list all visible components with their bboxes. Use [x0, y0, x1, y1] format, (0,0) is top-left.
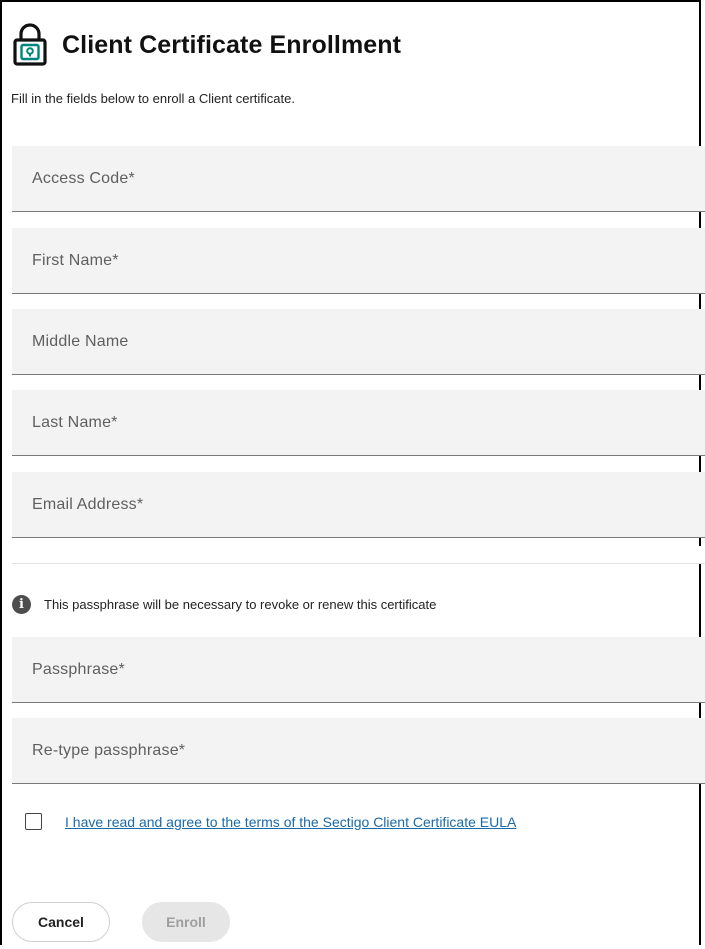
passphrase-info-text: This passphrase will be necessary to rev… [44, 597, 437, 612]
email-field [12, 472, 705, 538]
passphrase-info: i This passphrase will be necessary to r… [12, 595, 436, 614]
page-header: Client Certificate Enrollment [12, 22, 401, 68]
middle-name-input[interactable] [12, 309, 705, 374]
retype-passphrase-input[interactable] [12, 718, 705, 783]
info-icon: i [12, 595, 31, 614]
page-title: Client Certificate Enrollment [62, 30, 402, 59]
access-code-field [12, 146, 705, 212]
eula-link[interactable]: I have read and agree to the terms of th… [65, 814, 516, 830]
middle-name-field [12, 309, 705, 375]
eula-row: I have read and agree to the terms of th… [25, 813, 516, 830]
lock-icon [12, 22, 48, 68]
passphrase-input[interactable] [12, 637, 705, 702]
retype-passphrase-field [12, 718, 705, 784]
last-name-input[interactable] [12, 390, 705, 455]
first-name-field [12, 228, 705, 294]
enroll-button[interactable]: Enroll [142, 902, 230, 942]
first-name-input[interactable] [12, 228, 705, 293]
last-name-field [12, 390, 705, 456]
passphrase-field [12, 637, 705, 703]
cancel-button[interactable]: Cancel [12, 902, 110, 942]
email-input[interactable] [12, 472, 705, 537]
section-divider [12, 546, 705, 564]
page-subtitle: Fill in the fields below to enroll a Cli… [11, 91, 295, 106]
access-code-input[interactable] [12, 146, 705, 211]
eula-checkbox[interactable] [25, 813, 42, 830]
